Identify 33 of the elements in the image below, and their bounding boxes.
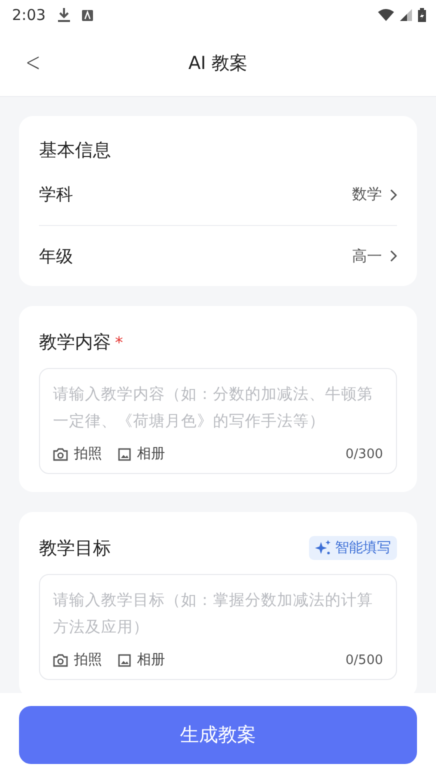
photo-button[interactable]: 拍照 — [53, 651, 102, 669]
download-icon — [58, 8, 70, 22]
signal-icon — [400, 9, 412, 21]
camera-icon — [53, 448, 68, 460]
select-row[interactable]: 年级 高一 — [39, 225, 397, 286]
image-icon — [118, 654, 131, 666]
battery-icon — [418, 8, 426, 22]
album-button[interactable]: 相册 — [118, 445, 165, 463]
back-button[interactable]: < — [7, 50, 41, 76]
chevron-icon — [390, 188, 397, 200]
select-row[interactable]: 学科 数学 — [39, 164, 397, 225]
camera-icon — [53, 654, 68, 666]
ai-fill-button[interactable]: 智能填写 — [309, 536, 397, 560]
chevron-icon — [390, 250, 397, 262]
row-value: 高一 — [352, 246, 397, 266]
section-title: 教学内容 — [39, 332, 111, 353]
row-value: 数学 — [352, 185, 397, 204]
album-button[interactable]: 相册 — [118, 651, 165, 669]
char-count: 0/300 — [346, 446, 383, 462]
sparkle-icon — [315, 540, 331, 556]
required-mark: * — [115, 333, 123, 352]
section-title: 基本信息 — [39, 139, 112, 162]
photo-button[interactable]: 拍照 — [53, 445, 102, 463]
section-title: 教学目标 — [39, 538, 111, 559]
char-count: 0/500 — [346, 652, 383, 668]
text-area-field[interactable]: 请输入教学内容（如：分数的加减法、牛顿第一定律、《荷塘月色》的写作手法等） 拍照 相册 0/300 — [39, 368, 397, 474]
wifi-icon — [378, 9, 394, 21]
image-icon — [118, 448, 131, 460]
page-title: AI 教案 — [188, 53, 248, 74]
status-time: 2:03 — [12, 6, 46, 24]
generate-button[interactable]: 生成教案 — [19, 706, 417, 764]
app-notification-icon — [82, 10, 93, 20]
text-area-field[interactable]: 请输入教学目标（如：掌握分数加减法的计算方法及应用） 拍照 相册 0/500 — [39, 574, 397, 680]
